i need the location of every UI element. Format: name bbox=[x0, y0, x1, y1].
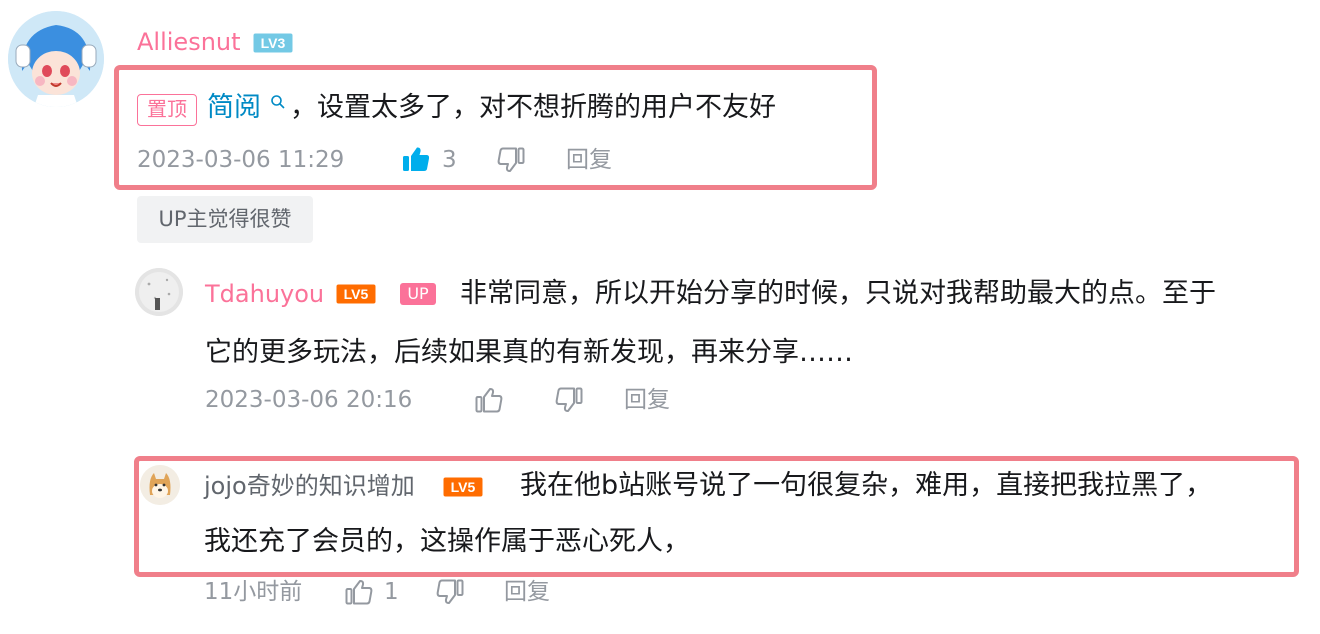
svg-text:LV5: LV5 bbox=[451, 479, 476, 495]
username[interactable]: Alliesnut bbox=[137, 26, 241, 58]
avatar[interactable] bbox=[140, 465, 180, 505]
like-icon[interactable] bbox=[402, 146, 430, 172]
reply-text-line1: 我在他b站账号说了一句很复杂，难用，直接把我拉黑了， bbox=[520, 470, 1213, 501]
search-link[interactable]: 简阅 bbox=[207, 92, 286, 124]
svg-text:LV3: LV3 bbox=[261, 35, 286, 51]
pinned-tag: 置顶 bbox=[137, 94, 197, 126]
reply-text-line1: 非常同意，所以开始分享的时候，只说对我帮助最大的点。至于 bbox=[460, 278, 1216, 309]
search-link-label[interactable]: 简阅 bbox=[207, 92, 261, 123]
reply-text-line2: 我还充了会员的，这操作属于恶心死人， bbox=[204, 526, 690, 557]
level-badge-icon: LV3 bbox=[253, 33, 293, 53]
reply-text-line2: 它的更多玩法，后续如果真的有新发现，再来分享…… bbox=[205, 337, 853, 368]
username[interactable]: Tdahuyou bbox=[205, 278, 324, 310]
like-count: 3 bbox=[442, 147, 457, 173]
like-count: 1 bbox=[384, 579, 399, 605]
dislike-icon[interactable] bbox=[436, 579, 464, 605]
avatar[interactable] bbox=[135, 268, 183, 316]
timestamp: 2023-03-06 11:29 bbox=[137, 147, 345, 173]
search-icon bbox=[270, 95, 285, 109]
like-icon[interactable] bbox=[475, 387, 503, 413]
level-badge-icon: LV5 bbox=[336, 284, 376, 304]
up-liked-badge: UP主觉得很赞 bbox=[137, 196, 313, 243]
reply-button[interactable]: 回复 bbox=[624, 385, 670, 415]
level-badge-icon: LV5 bbox=[443, 477, 483, 497]
timestamp: 11小时前 bbox=[204, 579, 303, 605]
dislike-icon[interactable] bbox=[555, 387, 583, 413]
reply-button[interactable]: 回复 bbox=[566, 145, 612, 175]
comment-text: ，设置太多了，对不想折腾的用户不友好 bbox=[290, 92, 776, 123]
reply-button[interactable]: 回复 bbox=[504, 577, 550, 607]
svg-text:LV5: LV5 bbox=[344, 286, 369, 302]
username[interactable]: jojo奇妙的知识增加 bbox=[204, 470, 415, 502]
dislike-icon[interactable] bbox=[497, 147, 525, 173]
like-icon[interactable] bbox=[345, 579, 373, 605]
timestamp: 2023-03-06 20:16 bbox=[205, 387, 413, 413]
up-tag: UP bbox=[400, 283, 436, 305]
avatar[interactable] bbox=[8, 11, 104, 107]
